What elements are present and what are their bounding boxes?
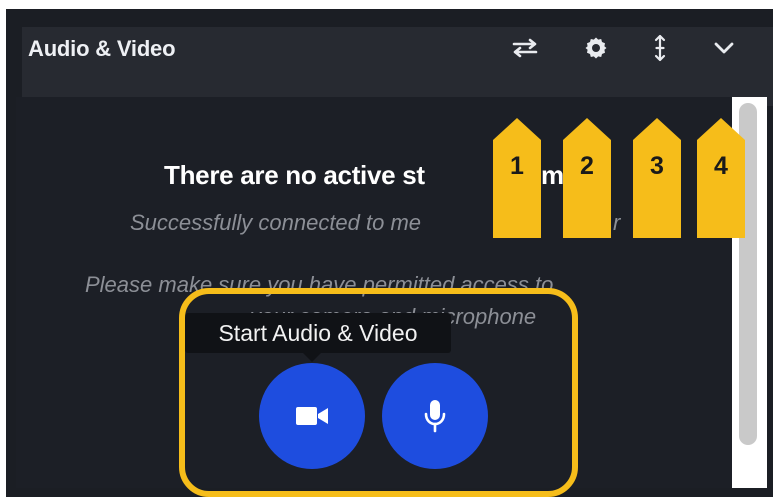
panel-title: Audio & Video bbox=[28, 36, 176, 61]
connection-status-text: Successfully connected to me bbox=[130, 210, 422, 235]
callout-marker-1: 1 bbox=[493, 118, 541, 238]
swap-arrows-icon bbox=[512, 38, 538, 58]
collapse-button[interactable] bbox=[707, 31, 741, 65]
media-controls-highlight bbox=[179, 288, 578, 497]
swap-layout-button[interactable] bbox=[508, 31, 542, 65]
callout-marker-2: 2 bbox=[563, 118, 611, 238]
empty-state-title: There are no active st bbox=[164, 160, 425, 190]
callout-label-3: 3 bbox=[650, 152, 664, 180]
app-frame: Audio & Video There are no active st m S… bbox=[0, 0, 773, 497]
resize-button[interactable] bbox=[643, 31, 677, 65]
connection-status-tail: r bbox=[613, 210, 621, 235]
panel-header: Audio & Video bbox=[6, 9, 773, 106]
gear-icon bbox=[585, 37, 607, 59]
callout-label-4: 4 bbox=[714, 152, 728, 180]
callout-label-1: 1 bbox=[510, 152, 524, 180]
empty-state-title-tail: m bbox=[541, 160, 564, 190]
callout-marker-3: 3 bbox=[633, 118, 681, 238]
callout-marker-4: 4 bbox=[697, 118, 745, 238]
vertical-resize-icon bbox=[654, 34, 666, 62]
chevron-down-icon bbox=[714, 42, 734, 54]
callout-label-2: 2 bbox=[580, 152, 594, 180]
settings-button[interactable] bbox=[579, 31, 613, 65]
